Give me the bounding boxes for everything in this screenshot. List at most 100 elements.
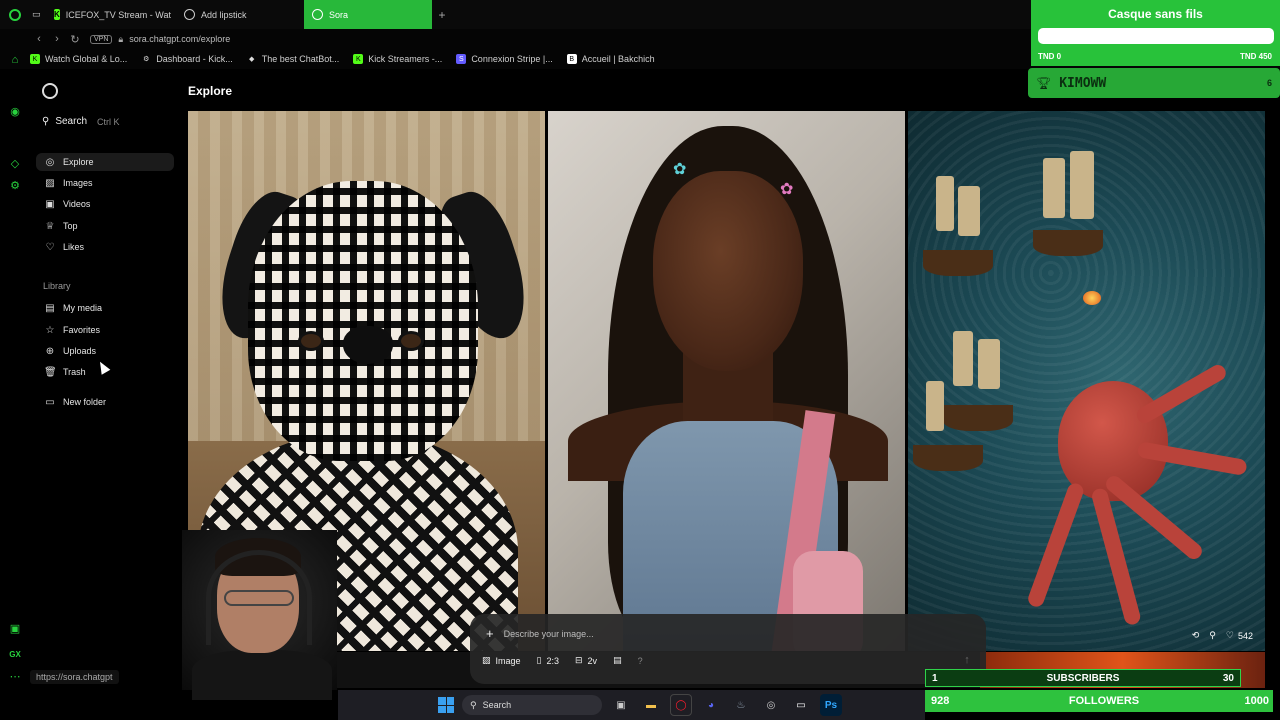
search-icon: ⚲ <box>470 699 477 710</box>
compass-icon: ◎ <box>45 156 55 168</box>
bookmark-kick-streamers[interactable]: K Kick Streamers -... <box>353 54 442 64</box>
like-button[interactable]: ♡ 542 <box>1226 630 1253 641</box>
folder-plus-icon: ▭ <box>45 396 55 408</box>
sidebar-item-my-media[interactable]: ▤ My media <box>36 299 174 317</box>
donation-goal-widget: Casque sans fils TND 0 TND 450 <box>1031 0 1280 66</box>
kick-icon: K <box>54 9 60 20</box>
player-icon[interactable]: ◉ <box>8 104 22 118</box>
lock-icon: 🔒︎ <box>118 33 124 44</box>
prompt-composer: + Describe your image... ▨ Image ▯ 2:3 ⊟… <box>470 614 986 684</box>
library-heading: Library <box>43 281 71 291</box>
app-terminal-icon[interactable]: ▭ <box>790 694 812 716</box>
tab-add-lipstick[interactable]: Add lipstick <box>176 0 304 29</box>
bakchich-icon: B <box>566 54 577 64</box>
webcam-overlay <box>182 530 337 700</box>
page-title: Explore <box>188 84 233 98</box>
followers-goal: 928 FOLLOWERS 1000 <box>925 690 1273 712</box>
aspect-ratio-button[interactable]: ▯ 2:3 <box>537 655 559 666</box>
kick-icon: K <box>353 54 364 64</box>
photoshop-icon[interactable]: Ps <box>820 694 842 716</box>
butterfly-clip-icon: ✿ <box>780 181 794 198</box>
task-view-icon[interactable]: ▣ <box>610 694 632 716</box>
variations-button[interactable]: ⊟ 2v <box>575 655 597 666</box>
trophy-icon: 🏆︎ <box>1036 76 1052 90</box>
butterfly-clip-icon: ✿ <box>673 161 687 178</box>
presets-button[interactable]: ▤ <box>613 655 622 666</box>
variations-icon: ⊟ <box>575 655 583 665</box>
new-tab-button[interactable]: + <box>432 0 452 29</box>
workspaces-icon[interactable]: ▭ <box>30 0 46 29</box>
discord-icon[interactable]: ◕ <box>700 694 722 716</box>
bookmark-best-chatbot[interactable]: ◆ The best ChatBot... <box>247 54 339 64</box>
sidebar-item-videos[interactable]: ▣ Videos <box>36 195 174 213</box>
windows-taskbar: ⚲ Search ▣ ▬ ◯ ◕ ♨ ◎ ▭ Ps <box>338 690 925 720</box>
more-icon[interactable]: ⋯ <box>8 669 22 683</box>
explore-grid: ✿ ✿ ⟲ ⚲ ♡ 542 <box>188 111 1265 651</box>
presets-icon: ▤ <box>613 655 622 665</box>
back-icon[interactable]: ‹ <box>30 33 48 45</box>
image-icon: ▨ <box>45 177 55 189</box>
video-icon: ▣ <box>45 198 55 210</box>
search-icon[interactable]: ⚲ <box>1209 630 1216 641</box>
subscribers-goal: 1 SUBSCRIBERS 30 <box>925 669 1241 687</box>
steam-icon[interactable]: ♨ <box>730 694 752 716</box>
sidebar-item-top[interactable]: ♕ Top <box>36 217 174 235</box>
status-url: https://sora.chatgpt <box>30 670 119 684</box>
sora-icon <box>312 9 323 20</box>
sora-logo-icon[interactable] <box>42 83 58 99</box>
sora-sidebar: ⚲ Search Ctrl K ◎ Explore ▨ Images ▣ Vid… <box>30 69 180 690</box>
remix-icon[interactable]: ⟲ <box>1192 630 1200 641</box>
sidebar-item-explore[interactable]: ◎ Explore <box>36 153 174 171</box>
composer-toolbar: ▨ Image ▯ 2:3 ⊟ 2v ▤ ? <box>482 655 643 666</box>
portrait-icon: ▯ <box>536 655 542 665</box>
openai-icon <box>184 9 195 20</box>
extensions-icon[interactable]: ◇ <box>8 156 22 170</box>
help-button[interactable]: ? <box>638 656 643 666</box>
headset-icon <box>206 550 312 645</box>
bookmark-bakchich[interactable]: B Accueil | Bakchich <box>566 54 655 64</box>
kick-icon: K <box>30 54 40 64</box>
url-field[interactable]: sora.chatgpt.com/explore <box>129 34 230 44</box>
vpn-badge[interactable]: VPN <box>90 34 113 44</box>
media-type-button[interactable]: ▨ Image <box>482 655 521 666</box>
bookmark-stripe[interactable]: S Connexion Stripe |... <box>456 54 553 64</box>
sidebar-item-favorites[interactable]: ☆ Favorites <box>36 321 174 339</box>
windows-start-icon[interactable] <box>438 697 454 713</box>
heart-icon: ♡ <box>45 241 55 253</box>
taskbar-search[interactable]: ⚲ Search <box>462 695 602 715</box>
ai-icon[interactable]: ⌂ <box>8 53 22 67</box>
gear-icon: ⚙ <box>143 56 150 63</box>
diamond-icon: ◆ <box>249 56 255 63</box>
file-explorer-icon[interactable]: ▬ <box>640 694 662 716</box>
explore-card-portrait[interactable]: ✿ ✿ <box>548 111 905 651</box>
prompt-input[interactable]: + Describe your image... <box>486 626 594 641</box>
sidebar-item-images[interactable]: ▨ Images <box>36 174 174 192</box>
new-folder-button[interactable]: ▭ New folder <box>36 393 174 411</box>
upload-icon: ⊕ <box>45 345 55 357</box>
sidebar-item-likes[interactable]: ♡ Likes <box>36 238 174 256</box>
gallery-icon: ▤ <box>45 302 55 314</box>
bookmark-dashboard-kick[interactable]: ⚙ Dashboard - Kick... <box>141 54 233 64</box>
tab-sora[interactable]: Sora <box>304 0 432 29</box>
image-icon: ▨ <box>482 655 491 665</box>
goal-progress-bar <box>1038 28 1274 44</box>
explore-card-ships-octopus[interactable]: ⟲ ⚲ ♡ 542 <box>908 111 1265 651</box>
reload-icon[interactable]: ↻ <box>66 33 84 46</box>
sidebar-item-uploads[interactable]: ⊕ Uploads <box>36 342 174 360</box>
add-attachment-icon[interactable]: + <box>486 626 494 641</box>
trophy-icon: ♕ <box>45 220 55 232</box>
gx-corner-icon[interactable]: GX <box>8 647 22 661</box>
tab-icefox-stream[interactable]: K ICEFOX_TV Stream - Wat <box>46 0 176 29</box>
app-icon[interactable]: ◎ <box>760 694 782 716</box>
forward-icon[interactable]: › <box>48 33 66 45</box>
search-button[interactable]: ⚲ Search Ctrl K <box>42 116 120 127</box>
settings-icon[interactable]: ⚙ <box>8 178 22 192</box>
card-tools: ⟲ ⚲ ♡ 542 <box>1192 630 1253 641</box>
opera-side-rail: ⌂ ◉ ◇ ⚙ ▣ GX ⋯ <box>0 0 30 690</box>
opera-gx-icon[interactable]: ◯ <box>670 694 692 716</box>
bookmark-watch-global[interactable]: K Watch Global & Lo... <box>30 54 127 64</box>
heart-icon: ♡ <box>1225 630 1234 640</box>
trash-icon: 🗑︎ <box>44 366 57 378</box>
gx-cleaner-icon[interactable]: ▣ <box>8 621 22 635</box>
stripe-icon: S <box>456 54 467 64</box>
